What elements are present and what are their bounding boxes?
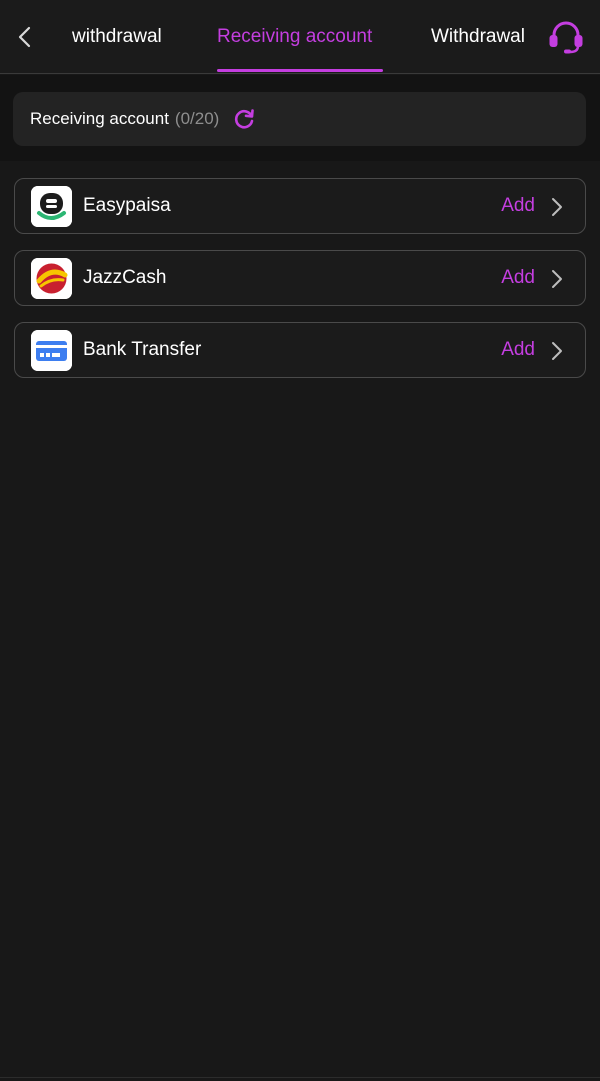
- headset-icon: [549, 21, 583, 54]
- tab-strip: withdrawal Receiving account Withdrawal: [52, 0, 542, 74]
- tab-receiving-account[interactable]: Receiving account: [217, 0, 372, 74]
- list-item-jazzcash[interactable]: JazzCash Add: [14, 250, 586, 306]
- jazzcash-logo: [31, 258, 72, 299]
- customer-support-button[interactable]: [546, 18, 586, 56]
- chevron-left-icon: [18, 26, 31, 48]
- tab-withdrawal[interactable]: withdrawal: [72, 0, 162, 74]
- refresh-button[interactable]: [231, 106, 257, 132]
- list-item-bank-transfer[interactable]: Bank Transfer Add: [14, 322, 586, 378]
- easypaisa-logo: [31, 186, 72, 227]
- active-tab-indicator: [217, 69, 383, 72]
- back-button[interactable]: [10, 20, 40, 54]
- list-item-easypaisa[interactable]: Easypaisa Add: [14, 178, 586, 234]
- account-count: (0/20): [174, 109, 220, 128]
- app-screen: withdrawal Receiving account Withdrawal …: [0, 0, 600, 1081]
- summary-title: Receiving account: [30, 109, 169, 128]
- chevron-right-icon: [547, 195, 567, 219]
- summary-section: Receiving account (0/20): [0, 75, 600, 161]
- method-name: JazzCash: [83, 267, 167, 288]
- payment-method-list: Easypaisa Add JazzCash Add Bank Transfer…: [14, 178, 586, 394]
- bank-card-icon: [31, 330, 72, 371]
- add-easypaisa-link[interactable]: Add: [501, 195, 535, 217]
- tab-withdrawal-records[interactable]: Withdrawal: [431, 0, 525, 74]
- add-jazzcash-link[interactable]: Add: [501, 267, 535, 289]
- chevron-right-icon: [547, 267, 567, 291]
- add-bank-transfer-link[interactable]: Add: [501, 339, 535, 361]
- top-nav-bar: withdrawal Receiving account Withdrawal: [0, 0, 600, 74]
- method-name: Bank Transfer: [83, 339, 202, 360]
- method-name: Easypaisa: [83, 195, 171, 216]
- bottom-divider: [0, 1077, 600, 1078]
- receiving-account-summary: Receiving account (0/20): [13, 92, 586, 146]
- chevron-right-icon: [547, 339, 567, 363]
- refresh-icon: [235, 109, 255, 129]
